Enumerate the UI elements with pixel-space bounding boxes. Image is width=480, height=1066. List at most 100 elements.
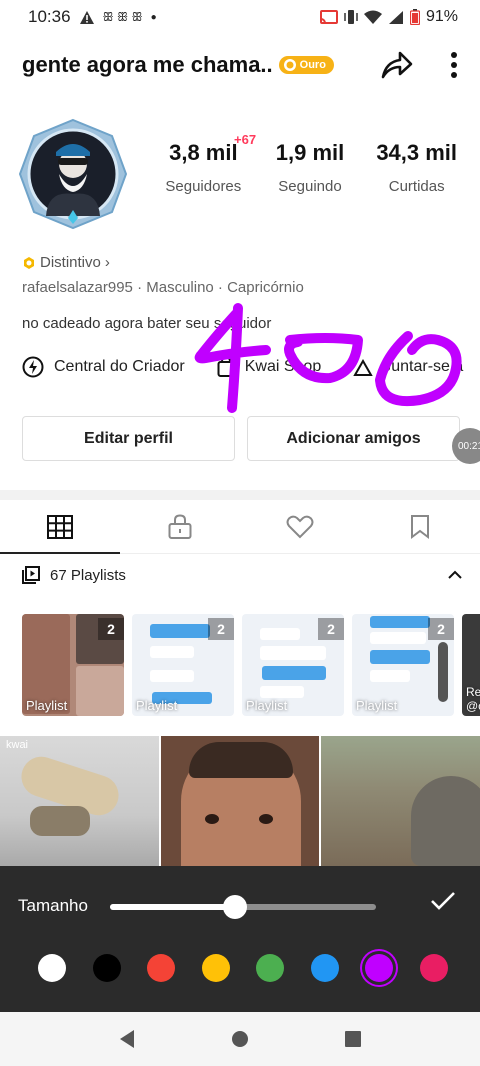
color-swatch[interactable] [147,954,176,982]
playlists-header[interactable]: 67 Playlists [22,566,462,584]
playlist-count: 2 [428,618,454,640]
stat-followers[interactable]: +67 3,8 mil Seguidores [150,132,257,195]
recording-timer[interactable]: 00:21 [452,428,480,464]
battery-icon [409,9,420,25]
playlist-card[interactable]: 2 Playlist [22,614,124,716]
check-icon[interactable] [430,890,456,912]
shop-bag-icon [217,356,235,377]
distintivo-label: Distintivo [40,254,101,271]
join-label: Juntar-se à [383,358,464,375]
stat-value: 1,9 mil [275,140,345,165]
app-notification-icon: ꕥ ꕥ ꕥ [102,9,143,24]
grid-icon [47,514,73,539]
kwai-shop-link[interactable]: Kwai Shop [217,356,322,378]
cast-icon [319,9,338,24]
avatar[interactable] [18,118,128,230]
brush-size-slider[interactable] [110,895,376,919]
user-info: rafaelsalazar995 · Masculino · Capricórn… [22,279,304,296]
playlist-count: 2 [98,618,124,640]
playlist-card[interactable]: 2 Playlist [352,614,454,716]
profile-stats: +67 3,8 mil Seguidores 1,9 mil Seguindo … [150,132,470,195]
bio: no cadeado agora bater seu seguidor [22,315,272,332]
playlist-label: Playlist [26,698,68,713]
kwai-watermark: kwai [6,739,29,751]
draw-tool-panel: Tamanho [0,866,480,1012]
profile-actions: Editar perfil Adicionar amigos [22,416,460,461]
recents-icon[interactable] [344,1030,362,1048]
stat-likes[interactable]: 34,3 mil Curtidas [363,140,470,195]
playlist-count: 2 [318,618,344,640]
playlist-count: 2 [208,618,234,640]
playlist-label: Playlist [246,698,288,713]
battery-level: 91% [425,8,458,25]
color-swatch[interactable] [256,954,285,982]
gold-badge[interactable]: Ouro [278,56,334,74]
new-followers-badge: +67 [234,132,257,147]
playlist-label: Playlist [136,698,178,713]
heart-icon [286,515,314,538]
stat-following[interactable]: 1,9 mil Seguindo [257,140,364,195]
avatar-image [18,118,128,230]
tab-saved[interactable] [360,500,480,553]
medal-icon [24,256,34,269]
playlist-label: Res @c [466,685,480,713]
creator-center-label: Central do Criador [54,358,185,375]
playlist-card[interactable]: 2 Playlist [242,614,344,716]
playlist-card[interactable]: Res @c [462,614,480,716]
back-icon[interactable] [118,1029,136,1049]
lock-icon [168,513,192,539]
vibrate-icon [344,10,358,24]
divider [0,490,480,500]
tab-liked[interactable] [240,500,360,553]
distintivo-link[interactable]: Distintivo › [22,254,110,271]
stat-label: Seguindo [278,178,342,195]
slider-thumb[interactable] [223,895,248,919]
slider-fill [110,904,236,910]
chevron-up-icon[interactable] [448,570,462,580]
page-title: gente agora me chama.. [22,52,273,77]
color-swatch[interactable] [419,954,448,982]
playlists-count: 67 Playlists [50,566,126,584]
system-nav-bar [0,1012,480,1066]
join-link[interactable]: Juntar-se à [353,357,463,377]
add-friends-button[interactable]: Adicionar amigos [247,416,460,461]
clock: 10:36 [28,7,71,26]
group-icon [353,358,373,376]
video-thumbnail[interactable] [321,736,480,868]
tab-private[interactable] [120,500,240,553]
color-swatch[interactable] [38,954,66,982]
tab-posts[interactable] [0,500,120,554]
chevron-right-icon: › [104,254,110,271]
share-icon[interactable] [380,50,414,80]
more-vert-icon[interactable] [450,51,458,79]
content-tabs [0,500,480,554]
badge-label: Ouro [299,59,326,71]
lightning-icon [22,356,44,378]
playlist-card[interactable]: 2 Playlist [132,614,234,716]
color-swatch[interactable] [92,954,121,982]
size-label: Tamanho [18,896,88,915]
bookmark-icon [411,514,429,539]
profile-header: gente agora me chama.. Ouro [0,40,480,90]
video-thumbnail[interactable] [160,736,320,868]
profile-links: Central do Criador Kwai Shop Juntar-se à [22,356,480,378]
home-icon[interactable] [231,1030,249,1048]
color-swatch[interactable] [310,954,339,982]
color-swatch[interactable] [201,954,230,982]
dot-icon: ● [150,11,157,23]
status-bar: 10:36 ꕥ ꕥ ꕥ ● 91% [0,0,480,34]
color-swatch[interactable] [365,954,394,982]
video-grid: kwai [0,736,480,868]
creator-center-link[interactable]: Central do Criador [22,356,185,378]
kwai-shop-label: Kwai Shop [244,358,322,375]
stat-label: Seguidores [165,178,242,195]
edit-profile-button[interactable]: Editar perfil [22,416,235,461]
coin-icon [283,59,296,71]
color-palette [38,954,448,982]
playlist-label: Playlist [356,698,398,713]
video-thumbnail[interactable]: kwai [0,736,159,868]
playlist-thumbnails: 2 Playlist 2 Playlist 2 Playlist 2 Playl… [22,614,480,716]
playlist-icon [22,566,40,584]
stat-value: 34,3 mil [376,140,458,165]
alert-icon [79,10,94,24]
